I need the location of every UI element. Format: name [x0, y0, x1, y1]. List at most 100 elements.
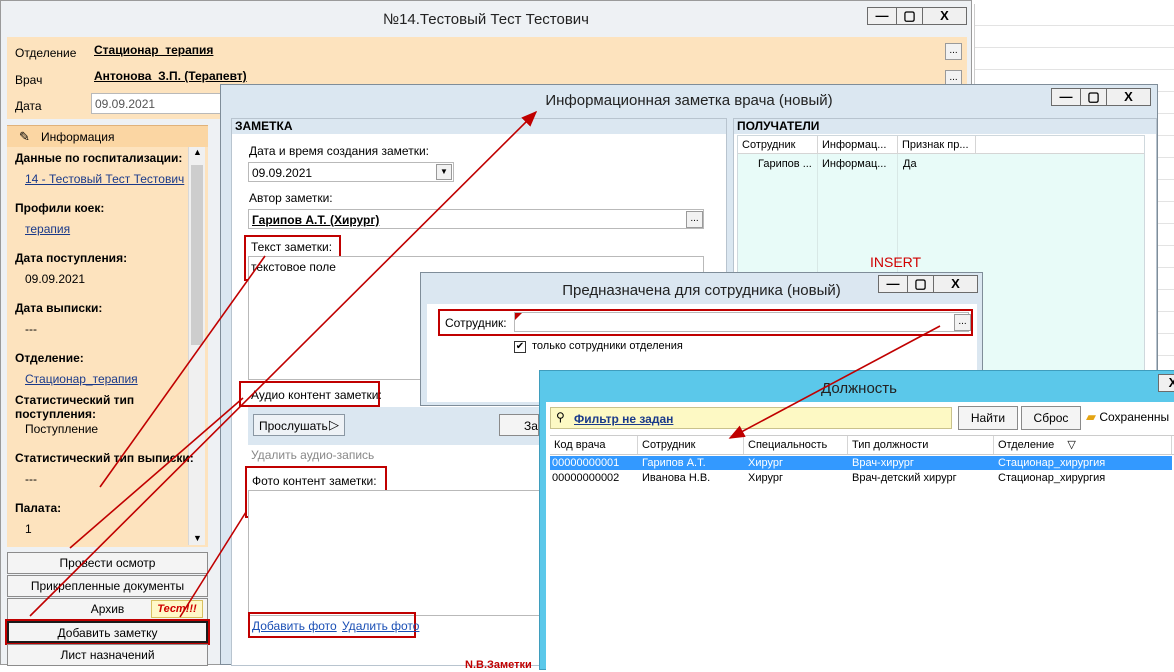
- sort-arrow-icon[interactable]: ▽: [1067, 439, 1075, 451]
- info-value-department[interactable]: Стационар_терапия: [25, 372, 138, 386]
- insert-mode-label: INSERT: [870, 254, 922, 270]
- audio-record-button[interactable]: За: [499, 414, 539, 436]
- info-tab[interactable]: ✎ Информация: [7, 125, 208, 147]
- doctor-label: Врач: [15, 73, 43, 87]
- recipients-grid-header: Сотрудник Информац... Признак пр...: [738, 136, 1144, 154]
- date-label: Дата: [15, 99, 42, 113]
- note-window-title: Информационная заметка врача (новый): [545, 92, 833, 109]
- required-marker-icon: [515, 313, 522, 320]
- test-badge: Тест!!!: [151, 600, 203, 618]
- recipients-col-info[interactable]: Информац...: [818, 136, 898, 154]
- info-label-ward: Палата:: [15, 501, 62, 515]
- close-button[interactable]: X: [922, 7, 967, 25]
- prescriptions-button[interactable]: Лист назначений: [7, 644, 208, 666]
- main-window-title: №14.Тестовый Тест Тестович: [382, 11, 589, 28]
- col-specialty[interactable]: Специальность: [744, 436, 848, 454]
- position-close-button[interactable]: X: [1158, 374, 1174, 392]
- cell-department: Стационар_хирургия: [998, 472, 1106, 484]
- col-department[interactable]: Отделение ▽: [994, 436, 1172, 454]
- listen-button[interactable]: Прослушать ▷: [253, 414, 345, 436]
- exam-button[interactable]: Провести осмотр: [7, 552, 208, 574]
- department-only-checkbox[interactable]: ✔: [514, 341, 526, 353]
- employee-ellipsis-button[interactable]: ...: [954, 314, 971, 331]
- table-row[interactable]: 00000000001 Гарипов А.Т. Хирург Врач-хир…: [550, 456, 1172, 470]
- filter-bar[interactable]: ⚲ Фильтр не задан: [550, 407, 952, 429]
- position-grid[interactable]: Код врача Сотрудник Специальность Тип до…: [550, 435, 1174, 671]
- recipients-header: ПОЛУЧАТЕЛИ: [734, 119, 1156, 134]
- scroll-thumb[interactable]: [191, 165, 203, 345]
- scroll-up-icon[interactable]: ▲: [189, 147, 206, 157]
- position-window-title: Должность: [821, 380, 897, 397]
- filter-text[interactable]: Фильтр не задан: [574, 412, 673, 426]
- play-icon: ▷: [329, 417, 339, 432]
- documents-button[interactable]: Прикрепленные документы: [7, 575, 208, 597]
- info-value-beds[interactable]: терапия: [25, 222, 70, 236]
- position-grid-header: Код врача Сотрудник Специальность Тип до…: [550, 436, 1174, 455]
- department-label: Отделение: [15, 46, 77, 60]
- info-value-admission-type: Поступление: [25, 422, 99, 436]
- col-employee[interactable]: Сотрудник: [638, 436, 744, 454]
- info-scrollbar[interactable]: ▲ ▼: [188, 147, 205, 545]
- minimize-button[interactable]: —: [867, 7, 897, 25]
- department-value: Стационар_терапия: [94, 43, 214, 57]
- author-value: Гарипов А.Т. (Хирург): [252, 213, 380, 227]
- employee-input[interactable]: [514, 312, 969, 332]
- delete-photo-link[interactable]: Удалить фото: [342, 619, 419, 633]
- col-department-label: Отделение: [998, 439, 1055, 451]
- info-label-discharge-type: Статистический тип выписки:: [15, 451, 194, 465]
- cell-employee: Иванова Н.В.: [642, 472, 711, 484]
- find-button[interactable]: Найти: [958, 406, 1018, 430]
- scroll-down-icon[interactable]: ▼: [189, 533, 206, 543]
- audio-label: Аудио контент заметки:: [251, 388, 382, 402]
- recipients-cell-flag: Да: [903, 158, 917, 170]
- info-value-discharge: ---: [25, 322, 37, 336]
- cell-employee: Гарипов А.Т.: [642, 457, 706, 469]
- folder-icon: ▰: [1086, 409, 1096, 424]
- cell-position-type: Врач-детский хирург: [852, 472, 957, 484]
- department-field[interactable]: Стационар_терапия: [91, 41, 963, 62]
- dropdown-arrow-icon[interactable]: ▼: [436, 164, 452, 180]
- recipients-col-employee[interactable]: Сотрудник: [738, 136, 818, 154]
- position-window: Должность X ⚲ Фильтр не задан Найти Сбро…: [539, 370, 1174, 672]
- add-photo-link[interactable]: Добавить фото: [252, 619, 337, 633]
- info-label-discharge: Дата выписки:: [15, 301, 103, 315]
- recipients-cell-employee: Гарипов ...: [758, 158, 812, 170]
- note-close-button[interactable]: X: [1106, 88, 1151, 106]
- saved-button-label: Сохраненны: [1099, 410, 1170, 424]
- info-label-beds: Профили коек:: [15, 201, 105, 215]
- cell-code: 00000000001: [552, 457, 620, 469]
- test-badge-text: Тест!!!: [157, 603, 197, 615]
- note-maximize-button[interactable]: ▢: [1080, 88, 1107, 106]
- reset-button[interactable]: Сброс: [1021, 406, 1081, 430]
- date-field[interactable]: 09.09.2021: [91, 93, 223, 114]
- note-date-value: 09.09.2021: [252, 166, 313, 180]
- cell-specialty: Хирург: [748, 472, 783, 484]
- employee-close-button[interactable]: X: [933, 275, 978, 293]
- audio-record-button-label: За: [524, 419, 538, 433]
- info-value-ward: 1: [25, 522, 32, 536]
- info-label-admission-type-text: Статистический тип поступления:: [15, 393, 135, 421]
- info-value-hosp[interactable]: 14 - Тестовый Тест Тестович: [25, 172, 184, 186]
- delete-audio-link[interactable]: Удалить аудио-запись: [251, 448, 374, 462]
- employee-maximize-button[interactable]: ▢: [907, 275, 934, 293]
- info-label-hosp: Данные по госпитализации:: [15, 151, 183, 165]
- col-doctor-code[interactable]: Код врача: [550, 436, 638, 454]
- maximize-button[interactable]: ▢: [896, 7, 923, 25]
- add-note-button[interactable]: Добавить заметку: [5, 619, 210, 645]
- employee-minimize-button[interactable]: —: [878, 275, 908, 293]
- col-position-type[interactable]: Тип должности: [848, 436, 994, 454]
- author-ellipsis-button[interactable]: ...: [686, 211, 703, 228]
- table-row[interactable]: 00000000002 Иванова Н.В. Хирург Врач-дет…: [550, 471, 1172, 485]
- saved-button[interactable]: ▰ Сохраненны: [1086, 406, 1174, 430]
- binoculars-icon: ⚲: [556, 410, 565, 424]
- cell-department: Стационар_хирургия: [998, 457, 1106, 469]
- note-text-label: Текст заметки:: [251, 240, 333, 254]
- author-field[interactable]: Гарипов А.Т. (Хирург): [248, 209, 704, 229]
- cell-specialty: Хирург: [748, 457, 783, 469]
- note-date-field[interactable]: 09.09.2021 ▼: [248, 162, 454, 182]
- listen-button-label: Прослушать: [259, 419, 328, 433]
- cell-position-type: Врач-хирург: [852, 457, 914, 469]
- recipients-col-flag[interactable]: Признак пр...: [898, 136, 976, 154]
- note-minimize-button[interactable]: —: [1051, 88, 1081, 106]
- department-ellipsis-button[interactable]: ...: [945, 43, 962, 60]
